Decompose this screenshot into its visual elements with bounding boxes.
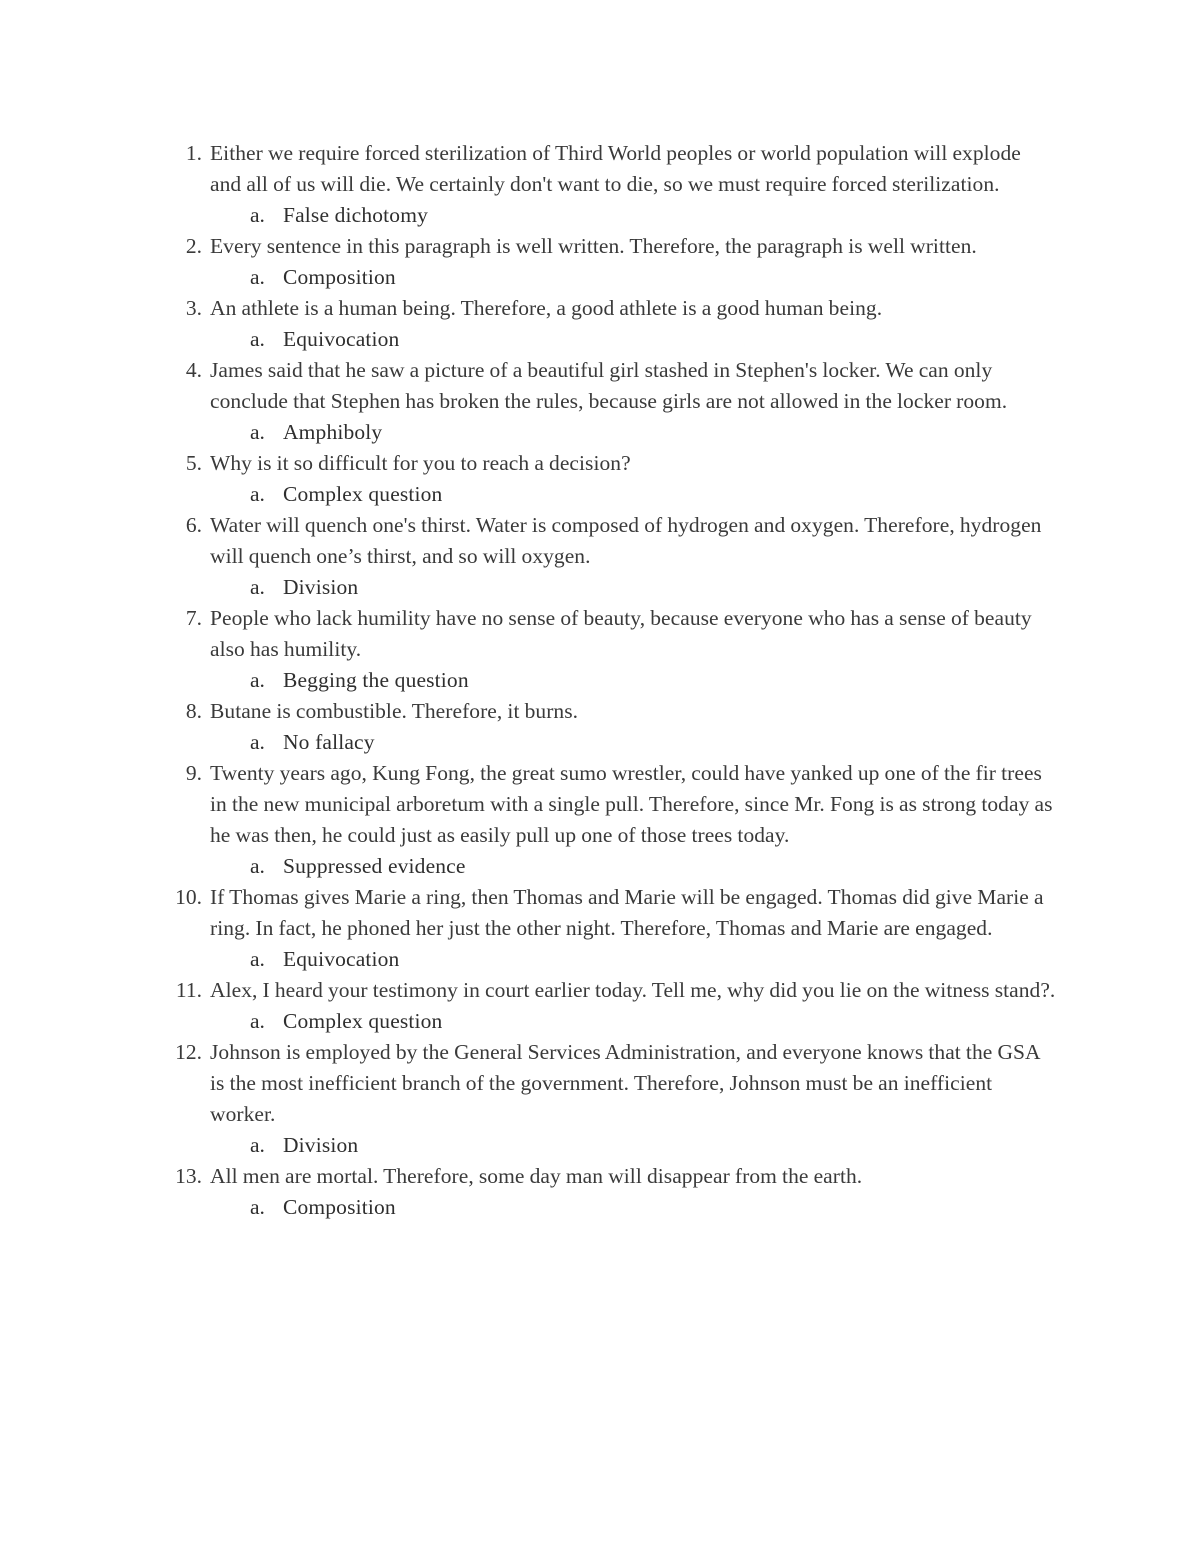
prompt-row: 11. Alex, I heard your testimony in cour… [176, 975, 1057, 1006]
answer-marker: a. [250, 265, 265, 289]
answer-row: a. Equivocation [176, 944, 1057, 975]
prompt-row: 6. Water will quench one's thirst. Water… [176, 510, 1057, 572]
answer-text: Composition [283, 265, 396, 289]
prompt-row: 2. Every sentence in this paragraph is w… [176, 231, 1057, 262]
list-item: 1. Either we require forced sterilizatio… [176, 138, 1057, 231]
answer-marker: a. [250, 203, 265, 227]
answer-text: Amphiboly [283, 420, 383, 444]
fallacy-list: 1. Either we require forced sterilizatio… [175, 138, 1057, 1223]
item-number: 4. [185, 358, 202, 382]
prompt-text: An athlete is a human being. Therefore, … [210, 296, 883, 320]
prompt-row: 13. All men are mortal. Therefore, some … [175, 1161, 1057, 1192]
prompt-text: Water will quench one's thirst. Water is… [210, 513, 1042, 568]
answer-text: Composition [283, 1195, 396, 1219]
answer-row: a. Equivocation [176, 324, 1057, 355]
prompt-text: Every sentence in this paragraph is well… [210, 234, 977, 258]
answer-text: False dichotomy [283, 203, 428, 227]
list-item: 8. Butane is combustible. Therefore, it … [176, 696, 1057, 758]
prompt-row: 10. If Thomas gives Marie a ring, then T… [175, 882, 1057, 944]
answer-row: a. Amphiboly [176, 417, 1057, 448]
prompt-text: Johnson is employed by the General Servi… [210, 1040, 1040, 1126]
list-item: 2. Every sentence in this paragraph is w… [176, 231, 1057, 293]
answer-marker: a. [250, 947, 265, 971]
prompt-text: James said that he saw a picture of a be… [210, 358, 1008, 413]
prompt-row: 3. An athlete is a human being. Therefor… [176, 293, 1057, 324]
item-number: 11. [175, 978, 202, 1002]
item-number: 7. [185, 606, 202, 630]
answer-row: a. Division [176, 1130, 1057, 1161]
answer-text: Equivocation [283, 947, 400, 971]
answer-text: Complex question [283, 1009, 443, 1033]
answer-marker: a. [250, 1133, 265, 1157]
answer-text: Complex question [283, 482, 443, 506]
prompt-text: Either we require forced sterilization o… [210, 141, 1021, 196]
answer-row: a. Division [176, 572, 1057, 603]
list-item: 10. If Thomas gives Marie a ring, then T… [175, 882, 1057, 975]
prompt-text: People who lack humility have no sense o… [210, 606, 1032, 661]
answer-row: a. Complex question [176, 1006, 1057, 1037]
answer-row: a. Composition [176, 262, 1057, 293]
prompt-text: Why is it so difficult for you to reach … [210, 451, 631, 475]
item-number: 2. [185, 234, 202, 258]
list-item: 4. James said that he saw a picture of a… [176, 355, 1057, 448]
item-number: 12. [175, 1040, 202, 1064]
answer-marker: a. [250, 327, 265, 351]
list-item: 9. Twenty years ago, Kung Fong, the grea… [176, 758, 1057, 882]
prompt-row: 5. Why is it so difficult for you to rea… [176, 448, 1057, 479]
answer-row: a. False dichotomy [176, 200, 1057, 231]
item-number: 3. [185, 296, 202, 320]
item-number: 8. [185, 699, 202, 723]
answer-text: Division [283, 575, 359, 599]
prompt-text: Alex, I heard your testimony in court ea… [210, 978, 1056, 1002]
item-number: 9. [185, 761, 202, 785]
document-page: 1. Either we require forced sterilizatio… [0, 0, 1200, 1553]
prompt-row: 7. People who lack humility have no sens… [176, 603, 1057, 665]
prompt-text: If Thomas gives Marie a ring, then Thoma… [210, 885, 1044, 940]
prompt-row: 1. Either we require forced sterilizatio… [176, 138, 1057, 200]
answer-text: Equivocation [283, 327, 400, 351]
answer-marker: a. [250, 1009, 265, 1033]
answer-row: a. Begging the question [176, 665, 1057, 696]
list-item: 7. People who lack humility have no sens… [176, 603, 1057, 696]
answer-text: Division [283, 1133, 359, 1157]
answer-row: a. No fallacy [176, 727, 1057, 758]
prompt-row: 8. Butane is combustible. Therefore, it … [176, 696, 1057, 727]
answer-text: Begging the question [283, 668, 469, 692]
answer-marker: a. [250, 1195, 265, 1219]
answer-text: Suppressed evidence [283, 854, 466, 878]
answer-marker: a. [250, 575, 265, 599]
prompt-row: 9. Twenty years ago, Kung Fong, the grea… [176, 758, 1057, 851]
prompt-text: All men are mortal. Therefore, some day … [210, 1164, 863, 1188]
item-number: 10. [175, 885, 202, 909]
prompt-text: Butane is combustible. Therefore, it bur… [210, 699, 579, 723]
answer-marker: a. [250, 482, 265, 506]
answer-text: No fallacy [283, 730, 375, 754]
item-number: 5. [185, 451, 202, 475]
answer-marker: a. [250, 730, 265, 754]
prompt-row: 4. James said that he saw a picture of a… [176, 355, 1057, 417]
prompt-row: 12. Johnson is employed by the General S… [175, 1037, 1057, 1130]
prompt-text: Twenty years ago, Kung Fong, the great s… [210, 761, 1053, 847]
list-item: 5. Why is it so difficult for you to rea… [176, 448, 1057, 510]
list-item: 12. Johnson is employed by the General S… [175, 1037, 1057, 1161]
list-item: 13. All men are mortal. Therefore, some … [175, 1161, 1057, 1223]
answer-marker: a. [250, 668, 265, 692]
fallacy-worksheet-content: 1. Either we require forced sterilizatio… [175, 138, 1057, 1223]
answer-row: a. Suppressed evidence [176, 851, 1057, 882]
item-number: 13. [175, 1164, 202, 1188]
answer-row: a. Complex question [176, 479, 1057, 510]
list-item: 3. An athlete is a human being. Therefor… [176, 293, 1057, 355]
item-number: 6. [185, 513, 202, 537]
list-item: 11. Alex, I heard your testimony in cour… [176, 975, 1057, 1037]
item-number: 1. [185, 141, 202, 165]
answer-row: a. Composition [176, 1192, 1057, 1223]
answer-marker: a. [250, 420, 265, 444]
list-item: 6. Water will quench one's thirst. Water… [176, 510, 1057, 603]
answer-marker: a. [250, 854, 265, 878]
